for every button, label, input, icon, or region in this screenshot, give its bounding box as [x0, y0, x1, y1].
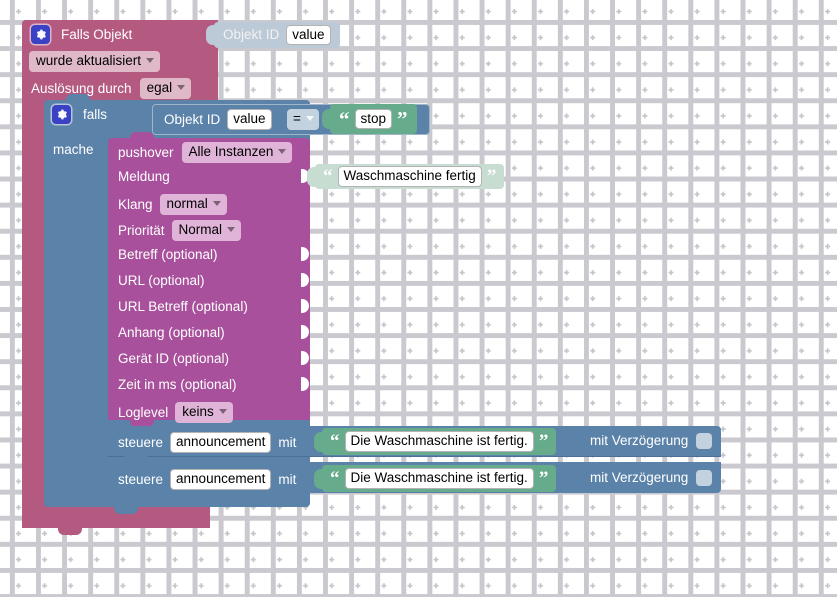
steuere-row-1-content: steuere announcement mit: [118, 432, 296, 453]
chevron-down-icon: [278, 149, 287, 155]
pushover-input-notch-zeit-in-ms[interactable]: [301, 374, 310, 394]
pushover-field-label-meldung: Meldung: [118, 169, 170, 184]
value-plug: [206, 25, 215, 45]
steuere-text-field-2[interactable]: Die Waschmaschine ist fertig.: [344, 468, 534, 489]
pushover-title: pushover: [118, 144, 174, 160]
object-id-field[interactable]: value: [286, 24, 331, 46]
steuere-object-id-1[interactable]: announcement: [170, 432, 272, 453]
pushover-instance-value: Alle Instanzen: [188, 144, 274, 159]
quote-open-icon: “: [323, 166, 333, 187]
steuere-delay-row-2: mit Verzögerung: [590, 470, 713, 486]
steuere-delay-checkbox-1[interactable]: [696, 433, 713, 449]
pushover-field-label-geraet-id: Gerät ID (optional): [118, 351, 230, 366]
steuere-row-1-bottom-notch: [124, 455, 148, 461]
if-title-row: falls: [52, 105, 107, 124]
steuere-delay-checkbox-2[interactable]: [696, 470, 713, 486]
pushover-input-notch-geraet-id[interactable]: [301, 348, 310, 368]
object-id-label: Objekt ID: [223, 27, 280, 43]
pushover-field-label-loglevel: Loglevel: [118, 404, 169, 420]
chevron-down-icon: [218, 409, 227, 415]
trigger-change-type-label: wurde aktualisiert: [36, 53, 142, 68]
if-block-top-notch: [66, 94, 90, 101]
steuere-text-block-1[interactable]: “ Die Waschmaschine ist fertig. ”: [314, 428, 557, 455]
steuere-with-label-2: mit: [278, 471, 297, 487]
steuere-verb-1: steuere: [118, 434, 164, 450]
pushover-field-label-anhang: Anhang (optional): [118, 325, 225, 340]
pushover-field-label-url: URL (optional): [118, 273, 205, 288]
do-label: mache: [53, 142, 94, 157]
pushover-loglevel-value: keins: [182, 404, 214, 419]
pushover-field-label-klang: Klang: [118, 196, 153, 212]
pushover-field-row-klang: Klang normal: [118, 194, 227, 215]
pushover-loglevel-dropdown[interactable]: keins: [175, 402, 233, 423]
chevron-down-icon: [305, 116, 314, 122]
chevron-down-icon: [146, 58, 155, 64]
pushover-input-notch-betreff[interactable]: [301, 244, 310, 264]
steuere-delay-row-1: mit Verzögerung: [590, 433, 713, 449]
steuere-text-field-1[interactable]: Die Waschmaschine ist fertig.: [344, 431, 534, 452]
condition-operator-dropdown[interactable]: =: [287, 109, 319, 130]
trigger-foot-notch: [58, 528, 82, 535]
quote-close-icon: ”: [397, 106, 408, 131]
gear-icon[interactable]: [31, 25, 50, 44]
steuere-with-label-1: mit: [278, 434, 297, 450]
value-plug: [314, 432, 323, 452]
condition-object-id-label: Objekt ID: [164, 111, 221, 127]
pushover-input-notch-url-betreff[interactable]: [301, 296, 310, 316]
if-block-foot[interactable]: [44, 493, 310, 507]
condition-object-id-field[interactable]: value: [227, 109, 272, 130]
value-plug: [314, 469, 323, 489]
value-plug: [322, 109, 331, 129]
trigger-change-type-dropdown[interactable]: wurde aktualisiert: [29, 51, 161, 72]
pushover-meldung-field[interactable]: Waschmaschine fertig: [337, 166, 482, 187]
steuere-delay-label-1: mit Verzögerung: [590, 433, 689, 449]
condition-operator-label: =: [293, 111, 301, 126]
chevron-down-icon: [212, 201, 221, 207]
pushover-input-notch-anhang[interactable]: [301, 322, 310, 342]
condition-left-value[interactable]: Objekt ID value: [164, 109, 272, 130]
quote-close-icon: ”: [538, 431, 549, 452]
trigger-source-value: egal: [146, 80, 173, 95]
pushover-top-notch: [130, 132, 154, 139]
chevron-down-icon: [177, 85, 186, 91]
if-label: falls: [83, 106, 108, 122]
steuere-row-2-bottom-notch: [124, 493, 148, 499]
trigger-title-row: Falls Objekt: [31, 25, 132, 44]
quote-open-icon: “: [330, 468, 340, 489]
pushover-title-row: pushover Alle Instanzen: [118, 142, 293, 163]
trigger-object-id-value-block[interactable]: Objekt ID value: [206, 22, 340, 48]
pushover-prioritaet-dropdown[interactable]: Normal: [171, 220, 242, 241]
trigger-source-row: Auslösung durch egal: [31, 78, 192, 99]
condition-text-field[interactable]: stop: [354, 108, 393, 130]
pushover-field-label-zeit-in-ms: Zeit in ms (optional): [118, 377, 237, 392]
pushover-klang-dropdown[interactable]: normal: [159, 194, 227, 215]
steuere-row-2-content: steuere announcement mit: [118, 469, 296, 490]
blockly-workspace[interactable]: Falls Objekt Objekt ID value wurde aktua…: [0, 0, 837, 597]
trigger-source-dropdown[interactable]: egal: [139, 78, 192, 99]
pushover-input-notch-url[interactable]: [301, 270, 310, 290]
pushover-meldung-text-block[interactable]: “ Waschmaschine fertig ”: [307, 164, 505, 189]
pushover-klang-value: normal: [166, 196, 208, 211]
gear-icon[interactable]: [52, 105, 71, 124]
value-plug: [307, 167, 316, 187]
pushover-field-label-url-betreff: URL Betreff (optional): [118, 299, 248, 314]
pushover-field-label-prioritaet: Priorität: [118, 222, 165, 238]
trigger-title: Falls Objekt: [61, 26, 133, 42]
quote-open-icon: “: [339, 106, 350, 131]
chevron-down-icon: [227, 227, 236, 233]
steuere-verb-2: steuere: [118, 471, 164, 487]
quote-close-icon: ”: [486, 166, 497, 187]
quote-open-icon: “: [330, 431, 340, 452]
trigger-source-label: Auslösung durch: [31, 80, 132, 96]
pushover-field-row-prioritaet: Priorität Normal: [118, 220, 242, 241]
pushover-field-label-betreff: Betreff (optional): [118, 247, 218, 262]
pushover-instance-dropdown[interactable]: Alle Instanzen: [181, 142, 293, 163]
quote-close-icon: ”: [538, 468, 549, 489]
pushover-prioritaet-value: Normal: [178, 222, 223, 237]
steuere-text-block-2[interactable]: “ Die Waschmaschine ist fertig. ”: [314, 465, 557, 492]
steuere-delay-label-2: mit Verzögerung: [590, 470, 689, 486]
if-block-foot-notch: [114, 507, 138, 514]
steuere-object-id-2[interactable]: announcement: [170, 469, 272, 490]
condition-text-block[interactable]: “ stop ”: [322, 104, 417, 134]
